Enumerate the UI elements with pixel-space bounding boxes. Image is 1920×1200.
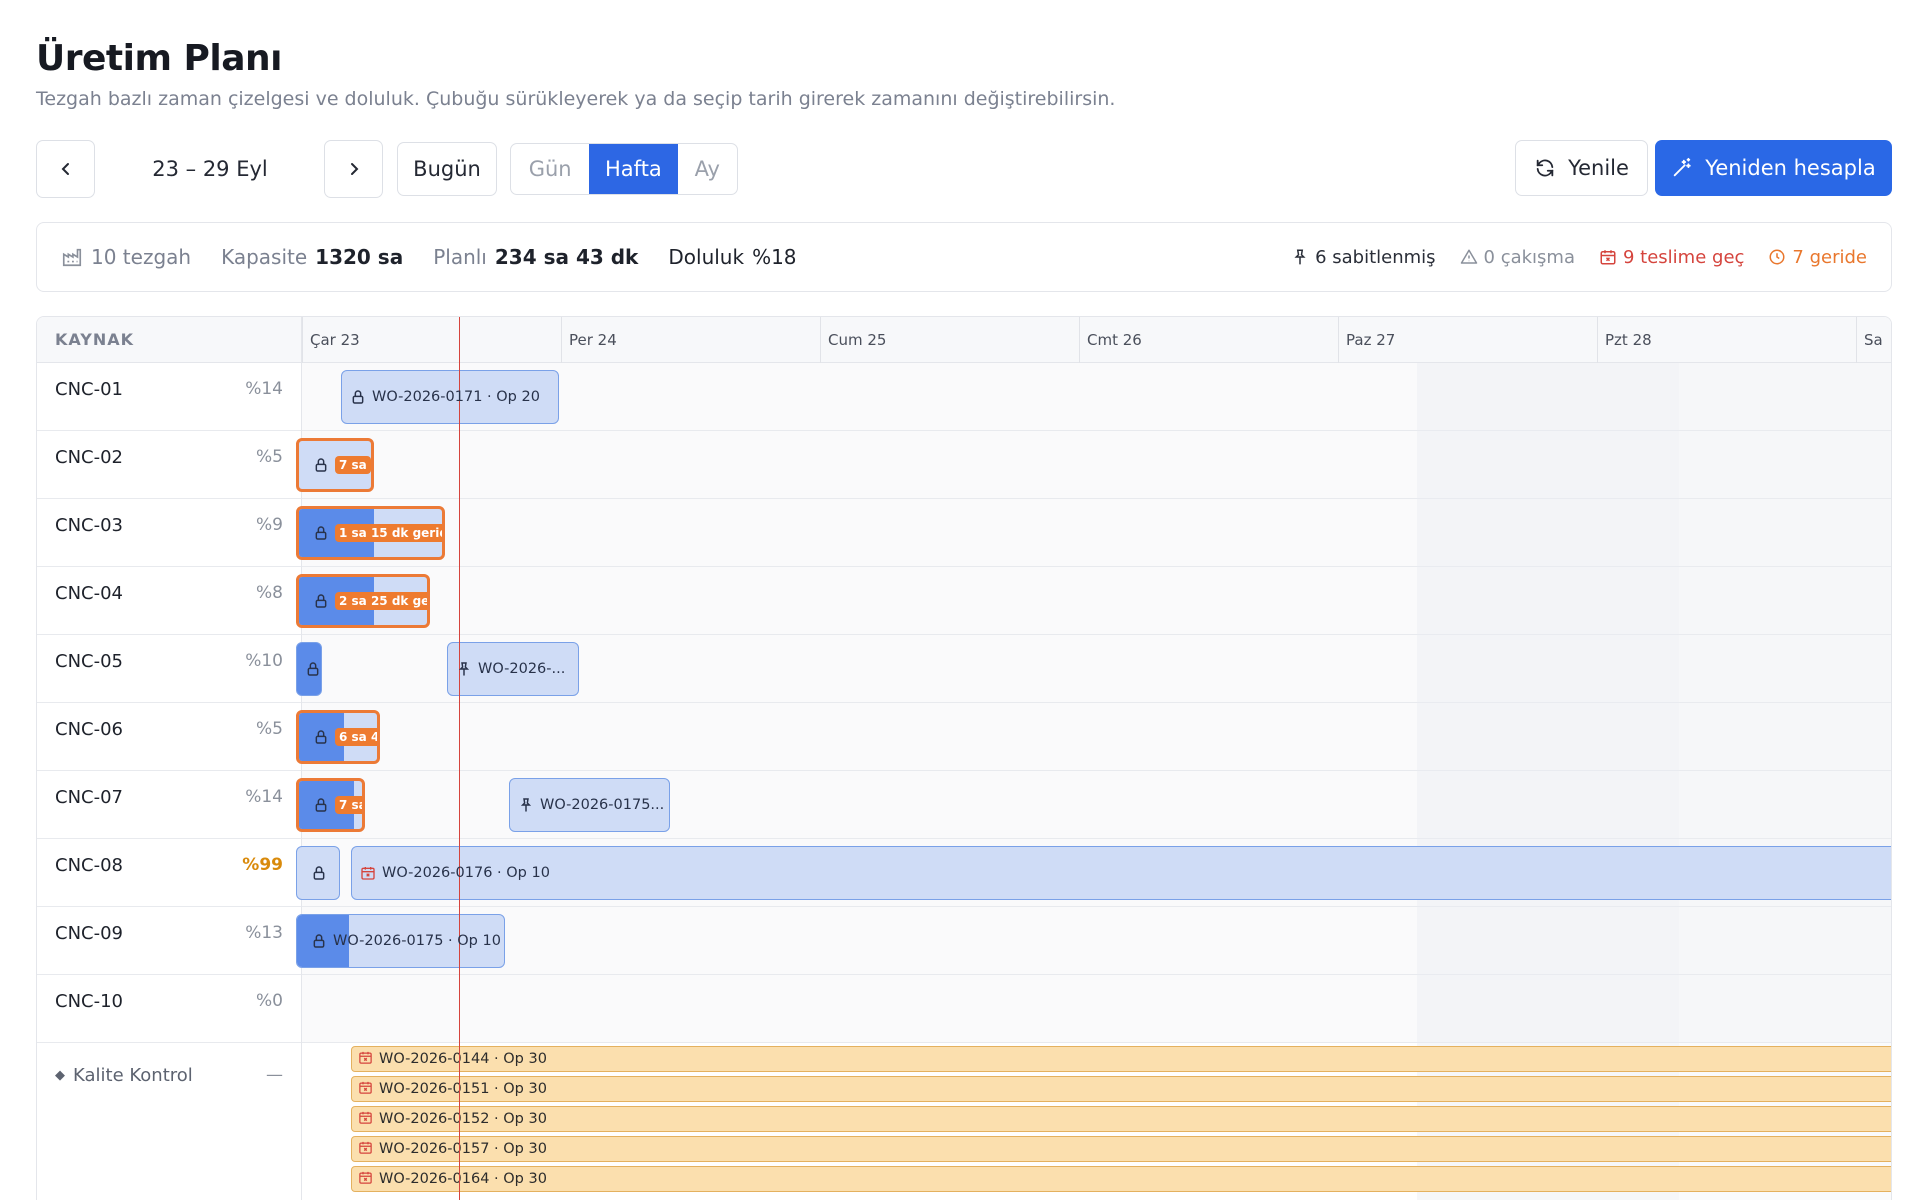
lock-icon: [305, 661, 321, 677]
delay-badge: 7 sa: [335, 796, 362, 814]
recalculate-button[interactable]: Yeniden hesapla: [1655, 140, 1892, 196]
calendar-x-icon: [358, 1170, 373, 1189]
chevron-left-icon: [61, 163, 69, 175]
resource-row[interactable]: CNC-05 %10: [37, 635, 301, 703]
quality-bar[interactable]: WO-2026-0157 · Op 30: [351, 1136, 1891, 1162]
calendar-x-icon: [358, 1080, 373, 1099]
operation-bar[interactable]: [296, 846, 340, 900]
lock-icon: [313, 729, 329, 745]
machine-count: 10 tezgah: [61, 245, 191, 269]
warning-triangle-icon: [1460, 249, 1477, 264]
calendar-x-icon: [1600, 250, 1616, 265]
resource-row[interactable]: CNC-08 %99: [37, 839, 301, 907]
quality-bar[interactable]: WO-2026-0152 · Op 30: [351, 1106, 1891, 1132]
date-range-label: 23 – 29 Eyl: [152, 157, 268, 181]
delay-badge: 7 sa: [335, 456, 371, 474]
operation-bar-late[interactable]: 7 sa: [296, 438, 374, 492]
lock-icon: [311, 933, 327, 949]
conflict-count[interactable]: 0 çakışma: [1460, 247, 1575, 268]
timeline: Çar 23 Per 24 Cum 25 Cmt 26 Paz 27 Pzt 2…: [296, 317, 1891, 1200]
day-header: Cmt 26: [1079, 317, 1142, 363]
pinned-count[interactable]: 6 sabitlenmiş: [1291, 247, 1436, 268]
operation-bar-late[interactable]: 6 sa 4: [296, 710, 380, 764]
diamond-icon: ◆: [55, 1068, 65, 1083]
calendar-x-icon: [358, 1050, 373, 1069]
next-week-button[interactable]: [324, 140, 383, 198]
planned-stat: Planlı 234 sa 43 dk: [433, 245, 639, 269]
view-day-tab[interactable]: Gün: [511, 144, 589, 194]
utilization-stat: Doluluk %18: [668, 245, 797, 269]
view-month-tab[interactable]: Ay: [678, 144, 737, 194]
operation-bar-late[interactable]: 7 sa: [296, 778, 365, 832]
clock-icon: [1769, 249, 1785, 265]
operation-bar-late[interactable]: 2 sa 25 dk ge: [296, 574, 430, 628]
delay-badge: 1 sa 15 dk geride: [335, 524, 442, 542]
quality-bar[interactable]: WO-2026-0151 · Op 30: [351, 1076, 1891, 1102]
resource-row[interactable]: CNC-03 %9: [37, 499, 301, 567]
day-header: Sa: [1856, 317, 1883, 363]
lock-icon: [311, 865, 327, 881]
today-button[interactable]: Bugün: [397, 142, 497, 196]
factory-icon: [62, 248, 82, 267]
lock-icon: [313, 457, 329, 473]
lock-icon: [313, 525, 329, 541]
pin-icon: [456, 661, 472, 677]
operation-bar[interactable]: WO-2026-0176 · Op 10: [351, 846, 1891, 900]
operation-bar[interactable]: WO-2026-0175 · Op 10: [296, 914, 505, 968]
calendar-x-icon: [358, 1110, 373, 1129]
pin-icon: [1294, 249, 1306, 265]
resource-row[interactable]: CNC-02 %5: [37, 431, 301, 499]
timeline-header: Çar 23 Per 24 Cum 25 Cmt 26 Paz 27 Pzt 2…: [302, 317, 1891, 363]
behind-count[interactable]: 7 geride: [1768, 247, 1867, 268]
prev-week-button[interactable]: [36, 140, 95, 198]
resource-row[interactable]: CNC-01 %14: [37, 363, 301, 431]
operation-bar[interactable]: WO-2026-...: [447, 642, 579, 696]
day-header: Per 24: [561, 317, 617, 363]
chevron-right-icon: [350, 163, 358, 175]
day-header: Paz 27: [1338, 317, 1395, 363]
page-title: Üretim Planı: [36, 38, 282, 79]
weekend-shade: [1417, 363, 1679, 1200]
operation-bar[interactable]: WO-2026-0171 · Op 20: [341, 370, 559, 424]
day-header: Cum 25: [820, 317, 886, 363]
operation-bar[interactable]: [296, 642, 322, 696]
view-switcher: Gün Hafta Ay: [510, 143, 738, 195]
delay-badge: 2 sa 25 dk ge: [335, 592, 427, 610]
operation-bar-late[interactable]: 1 sa 15 dk geride: [296, 506, 445, 560]
refresh-icon: [1536, 159, 1554, 177]
capacity-stat: Kapasite 1320 sa: [221, 245, 404, 269]
late-delivery-count[interactable]: 9 teslime geç: [1599, 247, 1744, 268]
resource-row[interactable]: CNC-04 %8: [37, 567, 301, 635]
recalculate-label: Yeniden hesapla: [1705, 156, 1876, 180]
gantt-grid: KAYNAK CNC-01 %14 CNC-02 %5 CNC-03 %9 CNC-0…: [36, 316, 1892, 1200]
operation-bar[interactable]: WO-2026-0175...: [509, 778, 670, 832]
pin-icon: [518, 797, 534, 813]
resource-row[interactable]: CNC-06 %5: [37, 703, 301, 771]
refresh-button[interactable]: Yenile: [1515, 140, 1648, 196]
refresh-label: Yenile: [1568, 156, 1629, 180]
quality-control-row[interactable]: ◆ Kalite Kontrol —: [37, 1043, 301, 1200]
quality-bar[interactable]: WO-2026-0164 · Op 30: [351, 1166, 1891, 1192]
magic-wand-icon: [1674, 157, 1691, 177]
summary-bar: 10 tezgah Kapasite 1320 sa Planlı 234 sa…: [36, 222, 1892, 292]
lock-icon: [313, 797, 329, 813]
lock-icon: [350, 389, 366, 405]
page-subtitle: Tezgah bazlı zaman çizelgesi ve doluluk.…: [36, 88, 1116, 110]
calendar-x-icon: [358, 1140, 373, 1159]
quality-bar[interactable]: WO-2026-0144 · Op 30: [351, 1046, 1891, 1072]
resource-row[interactable]: CNC-09 %13: [37, 907, 301, 975]
weekend-shade: [1679, 363, 1891, 1200]
day-header: Çar 23: [302, 317, 360, 363]
resource-row[interactable]: CNC-07 %14: [37, 771, 301, 839]
resource-header: KAYNAK: [37, 317, 301, 363]
delay-badge: 6 sa 4: [335, 728, 377, 746]
resource-row[interactable]: CNC-10 %0: [37, 975, 301, 1043]
lock-icon: [313, 593, 329, 609]
resource-column: KAYNAK CNC-01 %14 CNC-02 %5 CNC-03 %9 CNC-0…: [37, 317, 302, 1200]
calendar-x-icon: [360, 865, 376, 881]
view-week-tab[interactable]: Hafta: [589, 144, 678, 194]
current-time-line: [459, 317, 460, 1200]
day-header: Pzt 28: [1597, 317, 1652, 363]
